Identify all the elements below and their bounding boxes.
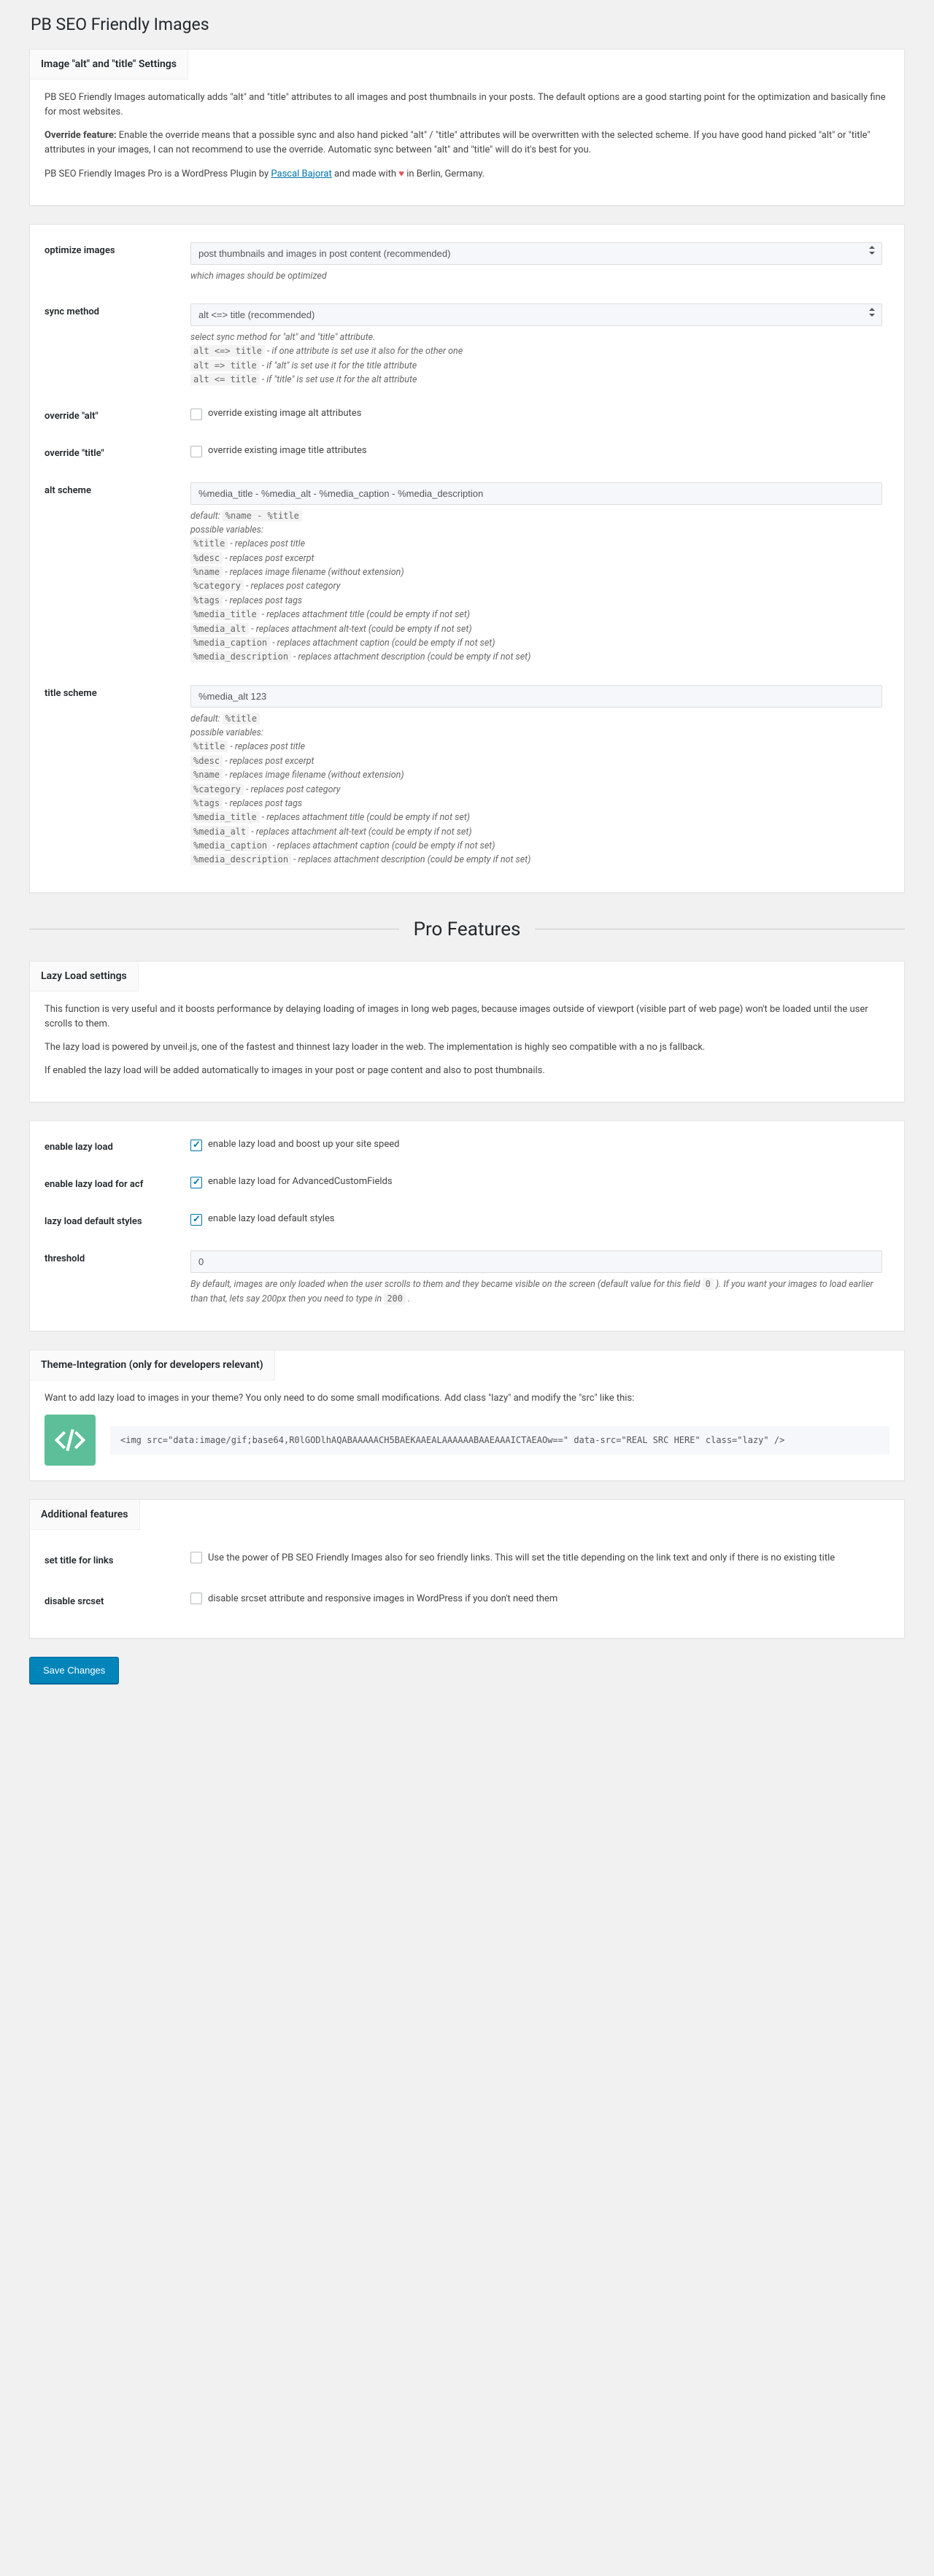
sync-method-select[interactable]: alt <=> title (recommended) — [190, 303, 882, 326]
enable-lazy-load-acf-label: enable lazy load for acf — [45, 1166, 190, 1203]
enable-lazy-load-checkbox[interactable] — [190, 1140, 202, 1151]
code-icon — [45, 1415, 96, 1466]
disable-srcset-checkbox[interactable] — [190, 1593, 202, 1604]
save-changes-button[interactable]: Save Changes — [29, 1657, 119, 1684]
page-title: PB SEO Friendly Images — [29, 15, 905, 34]
override-title-checkbox[interactable] — [190, 446, 202, 457]
threshold-input[interactable] — [190, 1250, 882, 1273]
override-alt-label: override "alt" — [45, 398, 190, 435]
code-snippet: <img src="data:image/gif;base64,R0lGODlh… — [110, 1426, 889, 1455]
heart-icon: ♥ — [398, 169, 404, 179]
alt-scheme-desc: default: %name - %title possible variabl… — [190, 509, 882, 665]
enable-lazy-load-label: enable lazy load — [45, 1129, 190, 1166]
pro-features-divider: Pro Features — [29, 918, 905, 940]
lazy-load-settings-box: Lazy Load settings This function is very… — [29, 961, 905, 1103]
alt-scheme-input[interactable] — [190, 482, 882, 505]
override-feature-text: Override feature: Enable the override me… — [45, 128, 889, 158]
pro-features-heading: Pro Features — [414, 918, 521, 940]
theme-integration-box: Theme-Integration (only for developers r… — [29, 1350, 905, 1481]
disable-srcset-label: disable srcset — [45, 1582, 190, 1622]
box-heading: Theme-Integration (only for developers r… — [30, 1350, 275, 1380]
lazy-load-form: enable lazy load enable lazy load and bo… — [29, 1121, 905, 1331]
lazy-load-styles-label: lazy load default styles — [45, 1203, 190, 1240]
title-scheme-input[interactable] — [190, 685, 882, 708]
alt-title-settings-box: Image "alt" and "title" Settings PB SEO … — [29, 49, 905, 206]
credits-text: PB SEO Friendly Images Pro is a WordPres… — [45, 167, 889, 182]
override-alt-text: override existing image alt attributes — [208, 408, 361, 419]
threshold-label: threshold — [45, 1240, 190, 1316]
override-title-label: override "title" — [45, 435, 190, 472]
author-link[interactable]: Pascal Bajorat — [271, 169, 331, 179]
intro-text: PB SEO Friendly Images automatically add… — [45, 90, 889, 120]
alt-title-form: optimize images post thumbnails and imag… — [29, 224, 905, 893]
threshold-desc: By default, images are only loaded when … — [190, 1277, 882, 1306]
optimize-images-select[interactable]: post thumbnails and images in post conte… — [190, 242, 882, 265]
lazy-load-styles-checkbox[interactable] — [190, 1214, 202, 1226]
optimize-images-label: optimize images — [45, 232, 190, 293]
set-title-links-label: set title for links — [45, 1541, 190, 1582]
override-title-text: override existing image title attributes — [208, 445, 367, 456]
additional-features-box: Additional features set title for links … — [29, 1499, 905, 1638]
title-scheme-desc: default: %title possible variables: %tit… — [190, 712, 882, 867]
optimize-images-desc: which images should be optimized — [190, 269, 882, 283]
title-scheme-label: title scheme — [45, 675, 190, 878]
sync-method-desc: select sync method for "alt" and "title"… — [190, 330, 882, 387]
box-heading: Image "alt" and "title" Settings — [30, 50, 188, 80]
enable-lazy-load-acf-checkbox[interactable] — [190, 1177, 202, 1188]
box-heading: Lazy Load settings — [30, 962, 139, 991]
alt-scheme-label: alt scheme — [45, 472, 190, 675]
sync-method-label: sync method — [45, 293, 190, 398]
set-title-links-checkbox[interactable] — [190, 1552, 202, 1563]
override-alt-checkbox[interactable] — [190, 409, 202, 420]
box-heading: Additional features — [30, 1500, 140, 1530]
